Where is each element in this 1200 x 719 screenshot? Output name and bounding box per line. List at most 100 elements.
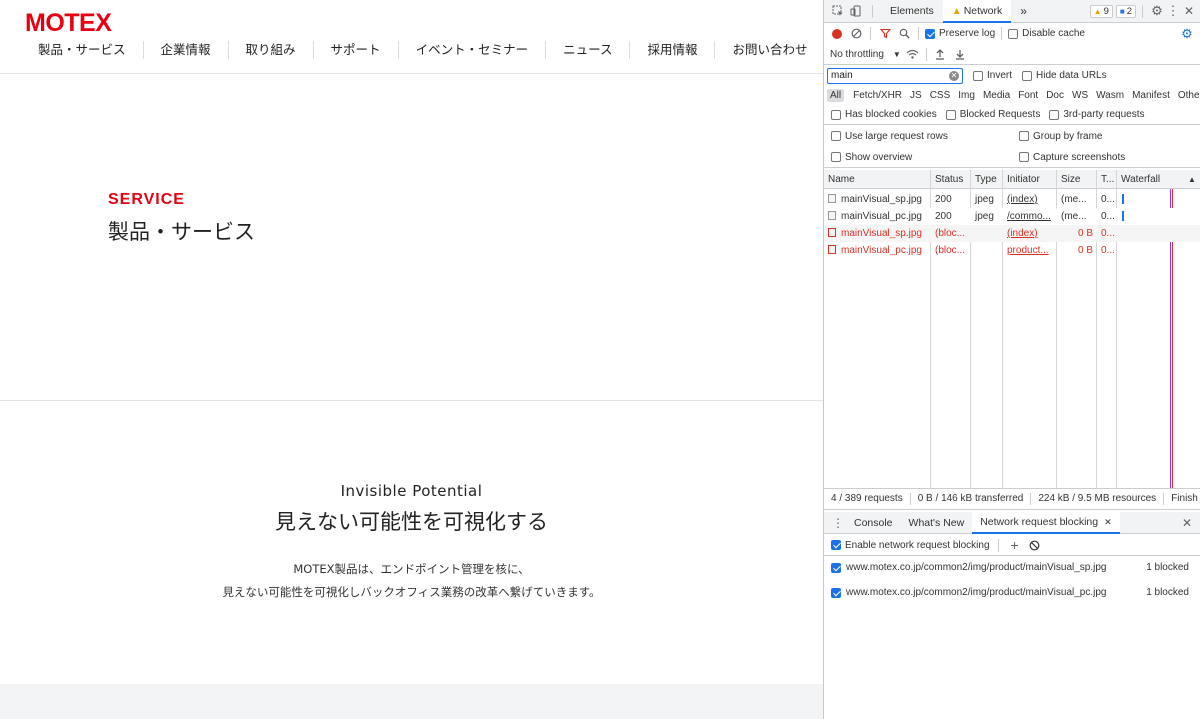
show-overview-check[interactable]: [831, 152, 841, 162]
type-filter-font[interactable]: Font: [1015, 89, 1041, 102]
group-by-frame-check[interactable]: [1019, 131, 1029, 141]
inspect-element-icon[interactable]: [830, 3, 846, 19]
clear-icon[interactable]: [848, 26, 864, 42]
toolbar-divider: [1001, 27, 1003, 40]
table-row[interactable]: mainVisual_pc.jpg 200 jpeg /commo... (me…: [824, 208, 1200, 225]
type-filter-other[interactable]: Other: [1175, 89, 1200, 102]
has-blocked-cookies-check[interactable]: [831, 109, 841, 120]
type-filter-all[interactable]: All: [827, 89, 845, 102]
more-tabs-button[interactable]: »: [1011, 0, 1036, 23]
warnings-badge[interactable]: ▲ 9: [1089, 4, 1113, 18]
large-rows-check[interactable]: [831, 131, 841, 141]
close-devtools-icon[interactable]: ✕: [1181, 3, 1197, 19]
disable-cache-check[interactable]: [1008, 28, 1019, 39]
nav-item-initiatives[interactable]: 取り組み: [227, 41, 313, 59]
hide-data-urls-checkbox[interactable]: Hide data URLs: [1022, 70, 1107, 81]
table-row[interactable]: mainVisual_sp.jpg 200 jpeg (index) (me..…: [824, 191, 1200, 208]
type-filter-media[interactable]: Media: [980, 89, 1013, 102]
hide-data-urls-check[interactable]: [1022, 70, 1033, 81]
table-row-blocked[interactable]: mainVisual_sp.jpg (bloc... (index) 0 B 0…: [824, 225, 1200, 242]
nav-item-news[interactable]: ニュース: [545, 41, 629, 59]
global-nav: 製品・サービス 企業情報 取り組み サポート イベント・セミナー ニュース 採用…: [22, 41, 823, 59]
blocking-pattern-item[interactable]: www.motex.co.jp/common2/img/product/main…: [824, 555, 1200, 580]
preserve-log-checkbox[interactable]: Preserve log: [925, 28, 995, 39]
network-conditions-wifi-icon[interactable]: [905, 46, 921, 62]
motex-logo[interactable]: MOTEX: [25, 9, 112, 38]
invert-check[interactable]: [973, 70, 983, 81]
record-icon[interactable]: [829, 26, 845, 42]
table-row-blocked[interactable]: mainVisual_pc.jpg (bloc... product... 0 …: [824, 242, 1200, 259]
type-filter-wasm[interactable]: Wasm: [1093, 89, 1127, 102]
type-filter-doc[interactable]: Doc: [1043, 89, 1067, 102]
request-initiator[interactable]: /commo...: [1003, 208, 1057, 225]
col-header-size[interactable]: Size: [1057, 170, 1097, 189]
large-rows-checkbox[interactable]: Use large request rows: [831, 131, 1019, 142]
nav-item-support[interactable]: サポート: [312, 41, 398, 59]
network-settings-gear-icon[interactable]: ⚙: [1179, 26, 1195, 42]
request-initiator[interactable]: product...: [1003, 242, 1057, 259]
drawer-tab-request-blocking[interactable]: Network request blocking ✕: [972, 511, 1120, 534]
filter-input-value: main: [831, 70, 853, 81]
capture-screenshots-check[interactable]: [1019, 152, 1029, 162]
search-icon[interactable]: [896, 26, 912, 42]
device-toolbar-icon[interactable]: [848, 3, 864, 19]
blocked-requests-check[interactable]: [945, 109, 956, 120]
third-party-checkbox[interactable]: 3rd-party requests: [1049, 109, 1144, 120]
remove-all-patterns-icon[interactable]: [1027, 537, 1043, 553]
show-overview-checkbox[interactable]: Show overview: [831, 152, 1019, 163]
col-header-name[interactable]: Name: [824, 170, 931, 189]
type-filter-fetch-xhr[interactable]: Fetch/XHR: [850, 89, 905, 102]
col-header-initiator[interactable]: Initiator: [1003, 170, 1057, 189]
clear-filter-icon[interactable]: ✕: [949, 70, 959, 81]
kebab-menu-icon[interactable]: ⋮: [1165, 3, 1181, 19]
tab-network[interactable]: ▲ Network: [942, 0, 1012, 23]
pattern-enabled-check[interactable]: [831, 587, 841, 598]
blocked-requests-checkbox[interactable]: Blocked Requests: [945, 109, 1040, 120]
close-drawer-icon[interactable]: ✕: [1179, 515, 1195, 531]
blocking-pattern-item[interactable]: www.motex.co.jp/common2/img/product/main…: [824, 580, 1200, 605]
export-har-icon[interactable]: [952, 46, 968, 62]
drawer-tab-whats-new[interactable]: What's New: [901, 512, 973, 534]
preserve-log-check[interactable]: [925, 28, 935, 39]
close-tab-icon[interactable]: ✕: [1104, 517, 1112, 527]
type-filter-img[interactable]: Img: [955, 89, 978, 102]
enable-blocking-check[interactable]: [831, 540, 841, 550]
settings-gear-icon[interactable]: ⚙: [1149, 3, 1165, 19]
nav-item-recruit[interactable]: 採用情報: [629, 41, 714, 59]
col-header-status[interactable]: Status: [931, 170, 971, 189]
nav-item-company[interactable]: 企業情報: [142, 41, 228, 59]
import-har-icon[interactable]: [932, 46, 948, 62]
pattern-enabled-check[interactable]: [831, 562, 841, 573]
third-party-check[interactable]: [1049, 109, 1060, 120]
col-header-type[interactable]: Type: [971, 170, 1003, 189]
nav-item-products[interactable]: 製品・サービス: [22, 41, 143, 59]
request-initiator[interactable]: (index): [1003, 225, 1057, 242]
request-initiator[interactable]: (index): [1003, 191, 1057, 208]
has-blocked-cookies-checkbox[interactable]: Has blocked cookies: [831, 109, 937, 120]
drawer-menu-icon[interactable]: ⋮: [830, 515, 846, 531]
type-filter-js[interactable]: JS: [907, 89, 925, 102]
group-by-frame-checkbox[interactable]: Group by frame: [1019, 131, 1102, 142]
drawer-tab-console[interactable]: Console: [846, 512, 901, 534]
filter-input[interactable]: main ✕: [827, 67, 963, 84]
capture-screenshots-checkbox[interactable]: Capture screenshots: [1019, 152, 1125, 163]
request-time: 0...: [1101, 194, 1115, 205]
filter-icon[interactable]: [877, 26, 893, 42]
type-filter-manifest[interactable]: Manifest: [1129, 89, 1173, 102]
col-header-time[interactable]: T...: [1097, 170, 1117, 189]
invert-checkbox[interactable]: Invert: [973, 70, 1012, 81]
sort-ascending-icon[interactable]: ▲: [1184, 170, 1198, 189]
disable-cache-checkbox[interactable]: Disable cache: [1008, 28, 1085, 39]
tab-elements[interactable]: Elements: [881, 0, 943, 23]
col-header-waterfall[interactable]: Waterfall: [1117, 170, 1177, 189]
messages-badge[interactable]: ■ 2: [1115, 4, 1136, 18]
type-filter-ws[interactable]: WS: [1069, 89, 1091, 102]
section-title: 見えない可能性を可視化する: [275, 510, 548, 534]
blocked-options-row: Has blocked cookies Blocked Requests 3rd…: [824, 105, 1200, 125]
add-pattern-plus-icon[interactable]: +: [1007, 537, 1023, 553]
nav-item-contact[interactable]: お問い合わせ: [714, 41, 823, 59]
throttling-select[interactable]: No throttling ▼: [830, 49, 901, 60]
type-filter-css[interactable]: CSS: [927, 89, 954, 102]
enable-blocking-checkbox[interactable]: Enable network request blocking: [831, 540, 990, 551]
nav-item-events[interactable]: イベント・セミナー: [397, 41, 546, 59]
